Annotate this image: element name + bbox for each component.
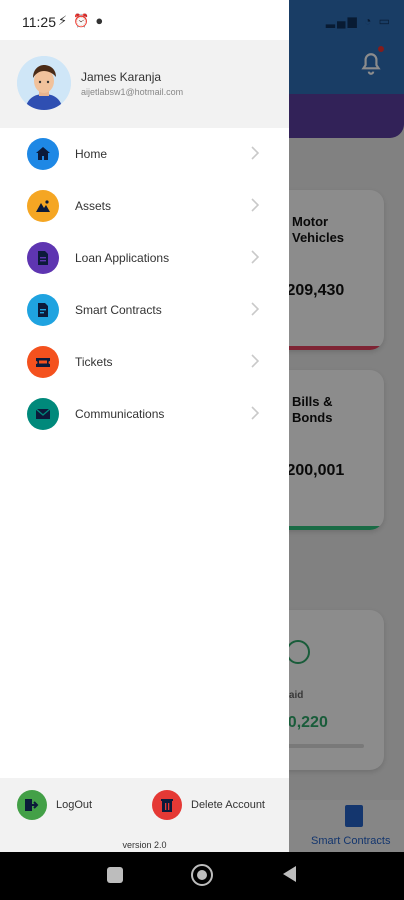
home-button-dot — [197, 870, 207, 880]
chevron-right-icon — [251, 198, 260, 212]
delete-account-button[interactable]: Delete Account — [191, 799, 265, 811]
sync-off-icon: ⚡ — [58, 13, 68, 28]
menu-item-assets[interactable]: Assets — [0, 180, 289, 232]
chat-icon: ● — [95, 13, 104, 28]
avatar-illustration — [17, 56, 71, 110]
home-icon — [27, 138, 59, 170]
chevron-right-icon — [251, 354, 260, 368]
chevron-right-icon — [251, 146, 260, 160]
menu-label: Loan Applications — [75, 251, 170, 265]
back-button[interactable] — [283, 866, 296, 882]
menu-item-loan-applications[interactable]: Loan Applications — [0, 232, 289, 284]
menu-item-home[interactable]: Home — [0, 128, 289, 180]
logout-icon[interactable] — [17, 790, 47, 820]
chevron-right-icon — [251, 302, 260, 316]
status-time: 11:25 — [22, 14, 56, 30]
drawer-footer: LogOut Delete Account version 2.0 — [0, 778, 289, 852]
mail-icon — [27, 398, 59, 430]
chevron-right-icon — [251, 406, 260, 420]
recent-apps-button[interactable] — [107, 867, 123, 883]
avatar — [17, 56, 71, 110]
menu-item-communications[interactable]: Communications — [0, 388, 289, 440]
assets-icon — [27, 190, 59, 222]
ticket-icon — [27, 346, 59, 378]
user-name: James Karanja — [81, 70, 162, 84]
user-email: aijetlabsw1@hotmail.com — [81, 87, 184, 97]
chevron-right-icon — [251, 250, 260, 264]
logout-button[interactable]: LogOut — [56, 799, 92, 811]
status-bar: 11:25 ⚡ ⏰ ● — [0, 0, 289, 40]
menu-label: Tickets — [75, 355, 113, 369]
menu-item-smart-contracts[interactable]: Smart Contracts — [0, 284, 289, 336]
menu-item-tickets[interactable]: Tickets — [0, 336, 289, 388]
contract-icon — [27, 294, 59, 326]
document-icon — [27, 242, 59, 274]
trash-icon[interactable] — [152, 790, 182, 820]
menu-label: Communications — [75, 407, 165, 421]
alarm-icon: ⏰ — [73, 13, 90, 28]
navigation-drawer: 11:25 ⚡ ⏰ ● James Karanja aijetlabsw1@ho… — [0, 0, 289, 852]
menu-label: Home — [75, 147, 108, 161]
menu-label: Smart Contracts — [75, 303, 162, 317]
menu-label: Assets — [75, 199, 112, 213]
version-label: version 2.0 — [122, 840, 167, 850]
profile-header[interactable]: James Karanja aijetlabsw1@hotmail.com — [0, 40, 289, 128]
